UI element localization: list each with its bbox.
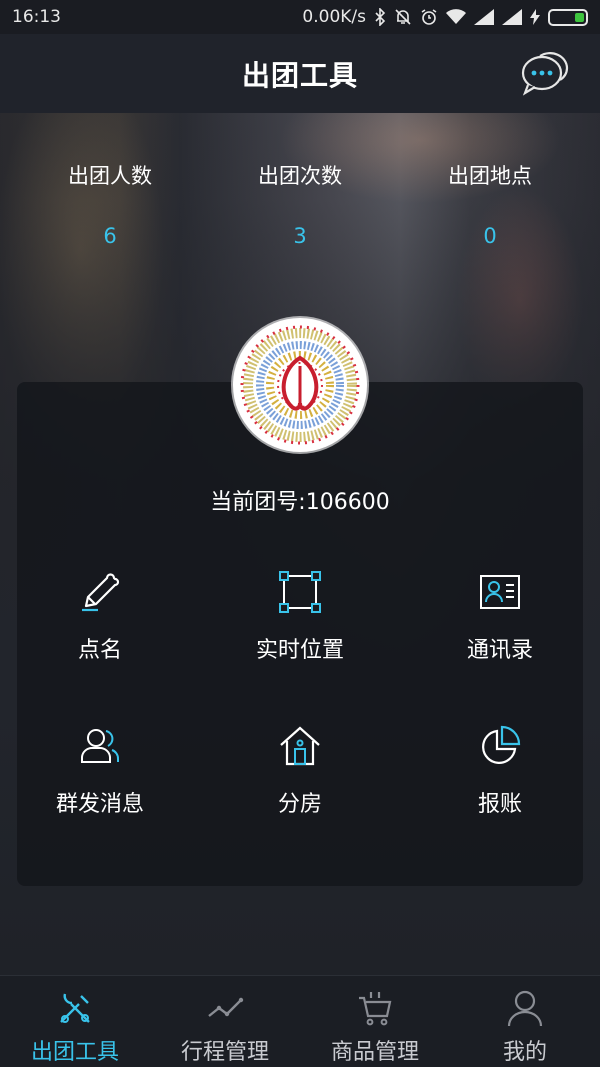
contact-card-icon: [480, 575, 520, 609]
stat-value: 0: [483, 224, 497, 248]
user-icon: [507, 990, 543, 1027]
network-speed: 0.00K/s: [302, 7, 366, 27]
pencil-icon: [82, 573, 120, 612]
users-icon: [81, 729, 119, 763]
tool-label: 点名: [77, 638, 122, 663]
avatar-image: [240, 325, 360, 445]
stat-label: 出团人数: [68, 164, 152, 188]
tool-label: 分房: [277, 792, 322, 817]
location-frame-icon: [279, 571, 321, 613]
stats-row: 出团人数 6 出团次数 3 出团地点 0: [0, 160, 600, 248]
avatar[interactable]: [233, 318, 367, 452]
tab-itinerary[interactable]: 行程管理: [150, 976, 300, 1067]
page-title: 出团工具: [241, 58, 358, 92]
tool-label: 实时位置: [255, 638, 344, 663]
tool-label: 群发消息: [55, 792, 144, 817]
battery-icon: [548, 8, 588, 26]
status-time: 16:13: [12, 7, 61, 27]
bottom-tab-bar: 出团工具 行程管理 商品管理 我的: [0, 975, 600, 1067]
tab-label: 我的: [502, 1040, 547, 1065]
chat-button[interactable]: [520, 50, 570, 96]
tool-label: 报账: [477, 792, 522, 817]
tool-contacts[interactable]: 通讯录: [400, 570, 600, 664]
tools-grid: 点名 实时位置 通讯录 群发消息 分房 报账: [0, 570, 600, 818]
signal-icon: [502, 9, 522, 25]
tab-label: 出团工具: [30, 1040, 119, 1065]
tab-label: 行程管理: [180, 1040, 269, 1065]
trend-line-icon: [208, 997, 244, 1017]
stat-label: 出团次数: [258, 164, 342, 188]
tab-me[interactable]: 我的: [450, 976, 600, 1067]
pie-chart-icon: [482, 725, 521, 764]
status-bar: 16:13 0.00K/s: [0, 0, 600, 34]
tool-broadcast-message[interactable]: 群发消息: [0, 724, 200, 818]
tab-tour-tools[interactable]: 出团工具: [0, 976, 150, 1067]
stat-group-count: 出团次数 3: [220, 160, 380, 248]
tool-roll-call[interactable]: 点名: [0, 570, 200, 664]
house-icon: [280, 726, 320, 766]
mute-icon: [395, 9, 411, 25]
stat-value: 3: [293, 224, 307, 248]
charging-icon: [530, 9, 540, 25]
tool-room-allocation[interactable]: 分房: [200, 724, 400, 818]
header: 出团工具: [0, 34, 600, 113]
tools-icon: [60, 993, 90, 1023]
stat-group-places: 出团地点 0: [410, 160, 570, 248]
alarm-icon: [421, 9, 437, 25]
current-group-number: 当前团号:106600: [210, 490, 390, 515]
chat-bubbles-icon: [521, 52, 569, 96]
cart-icon: [359, 992, 392, 1026]
stat-group-people: 出团人数 6: [30, 160, 190, 248]
tool-label: 通讯录: [466, 638, 533, 663]
tab-label: 商品管理: [330, 1040, 419, 1065]
stat-label: 出团地点: [448, 164, 532, 188]
tool-expense-report[interactable]: 报账: [400, 724, 600, 818]
tab-products[interactable]: 商品管理: [300, 976, 450, 1067]
stat-value: 6: [103, 224, 117, 248]
signal-icon: [474, 9, 494, 25]
bluetooth-icon: [375, 8, 386, 26]
tool-realtime-location[interactable]: 实时位置: [200, 570, 400, 664]
wifi-icon: [446, 9, 466, 24]
status-icons: 0.00K/s: [302, 7, 588, 27]
